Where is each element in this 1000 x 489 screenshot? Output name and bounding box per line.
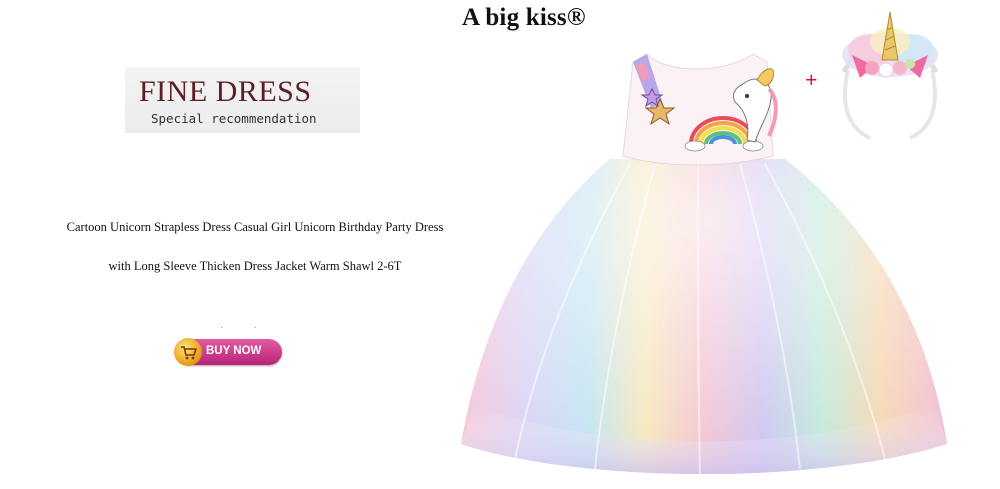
decorative-dots: ·· bbox=[220, 323, 287, 334]
cart-icon bbox=[174, 338, 202, 366]
buy-now-label: BUY NOW bbox=[206, 345, 262, 357]
product-description-line-2: with Long Sleeve Thicken Dress Jacket Wa… bbox=[108, 259, 402, 273]
logo-title: FINE DRESS bbox=[139, 75, 312, 108]
unicorn-headband-image bbox=[841, 11, 939, 140]
buy-now-button[interactable]: BUY NOW bbox=[174, 338, 282, 366]
logo-subtitle: Special recommendation bbox=[151, 111, 317, 126]
product-description-line-1: Cartoon Unicorn Strapless Dress Casual G… bbox=[66, 220, 444, 234]
fine-dress-logo: FINE DRESS Special recommendation bbox=[125, 67, 360, 133]
brand-title: A big kiss® bbox=[462, 4, 586, 31]
